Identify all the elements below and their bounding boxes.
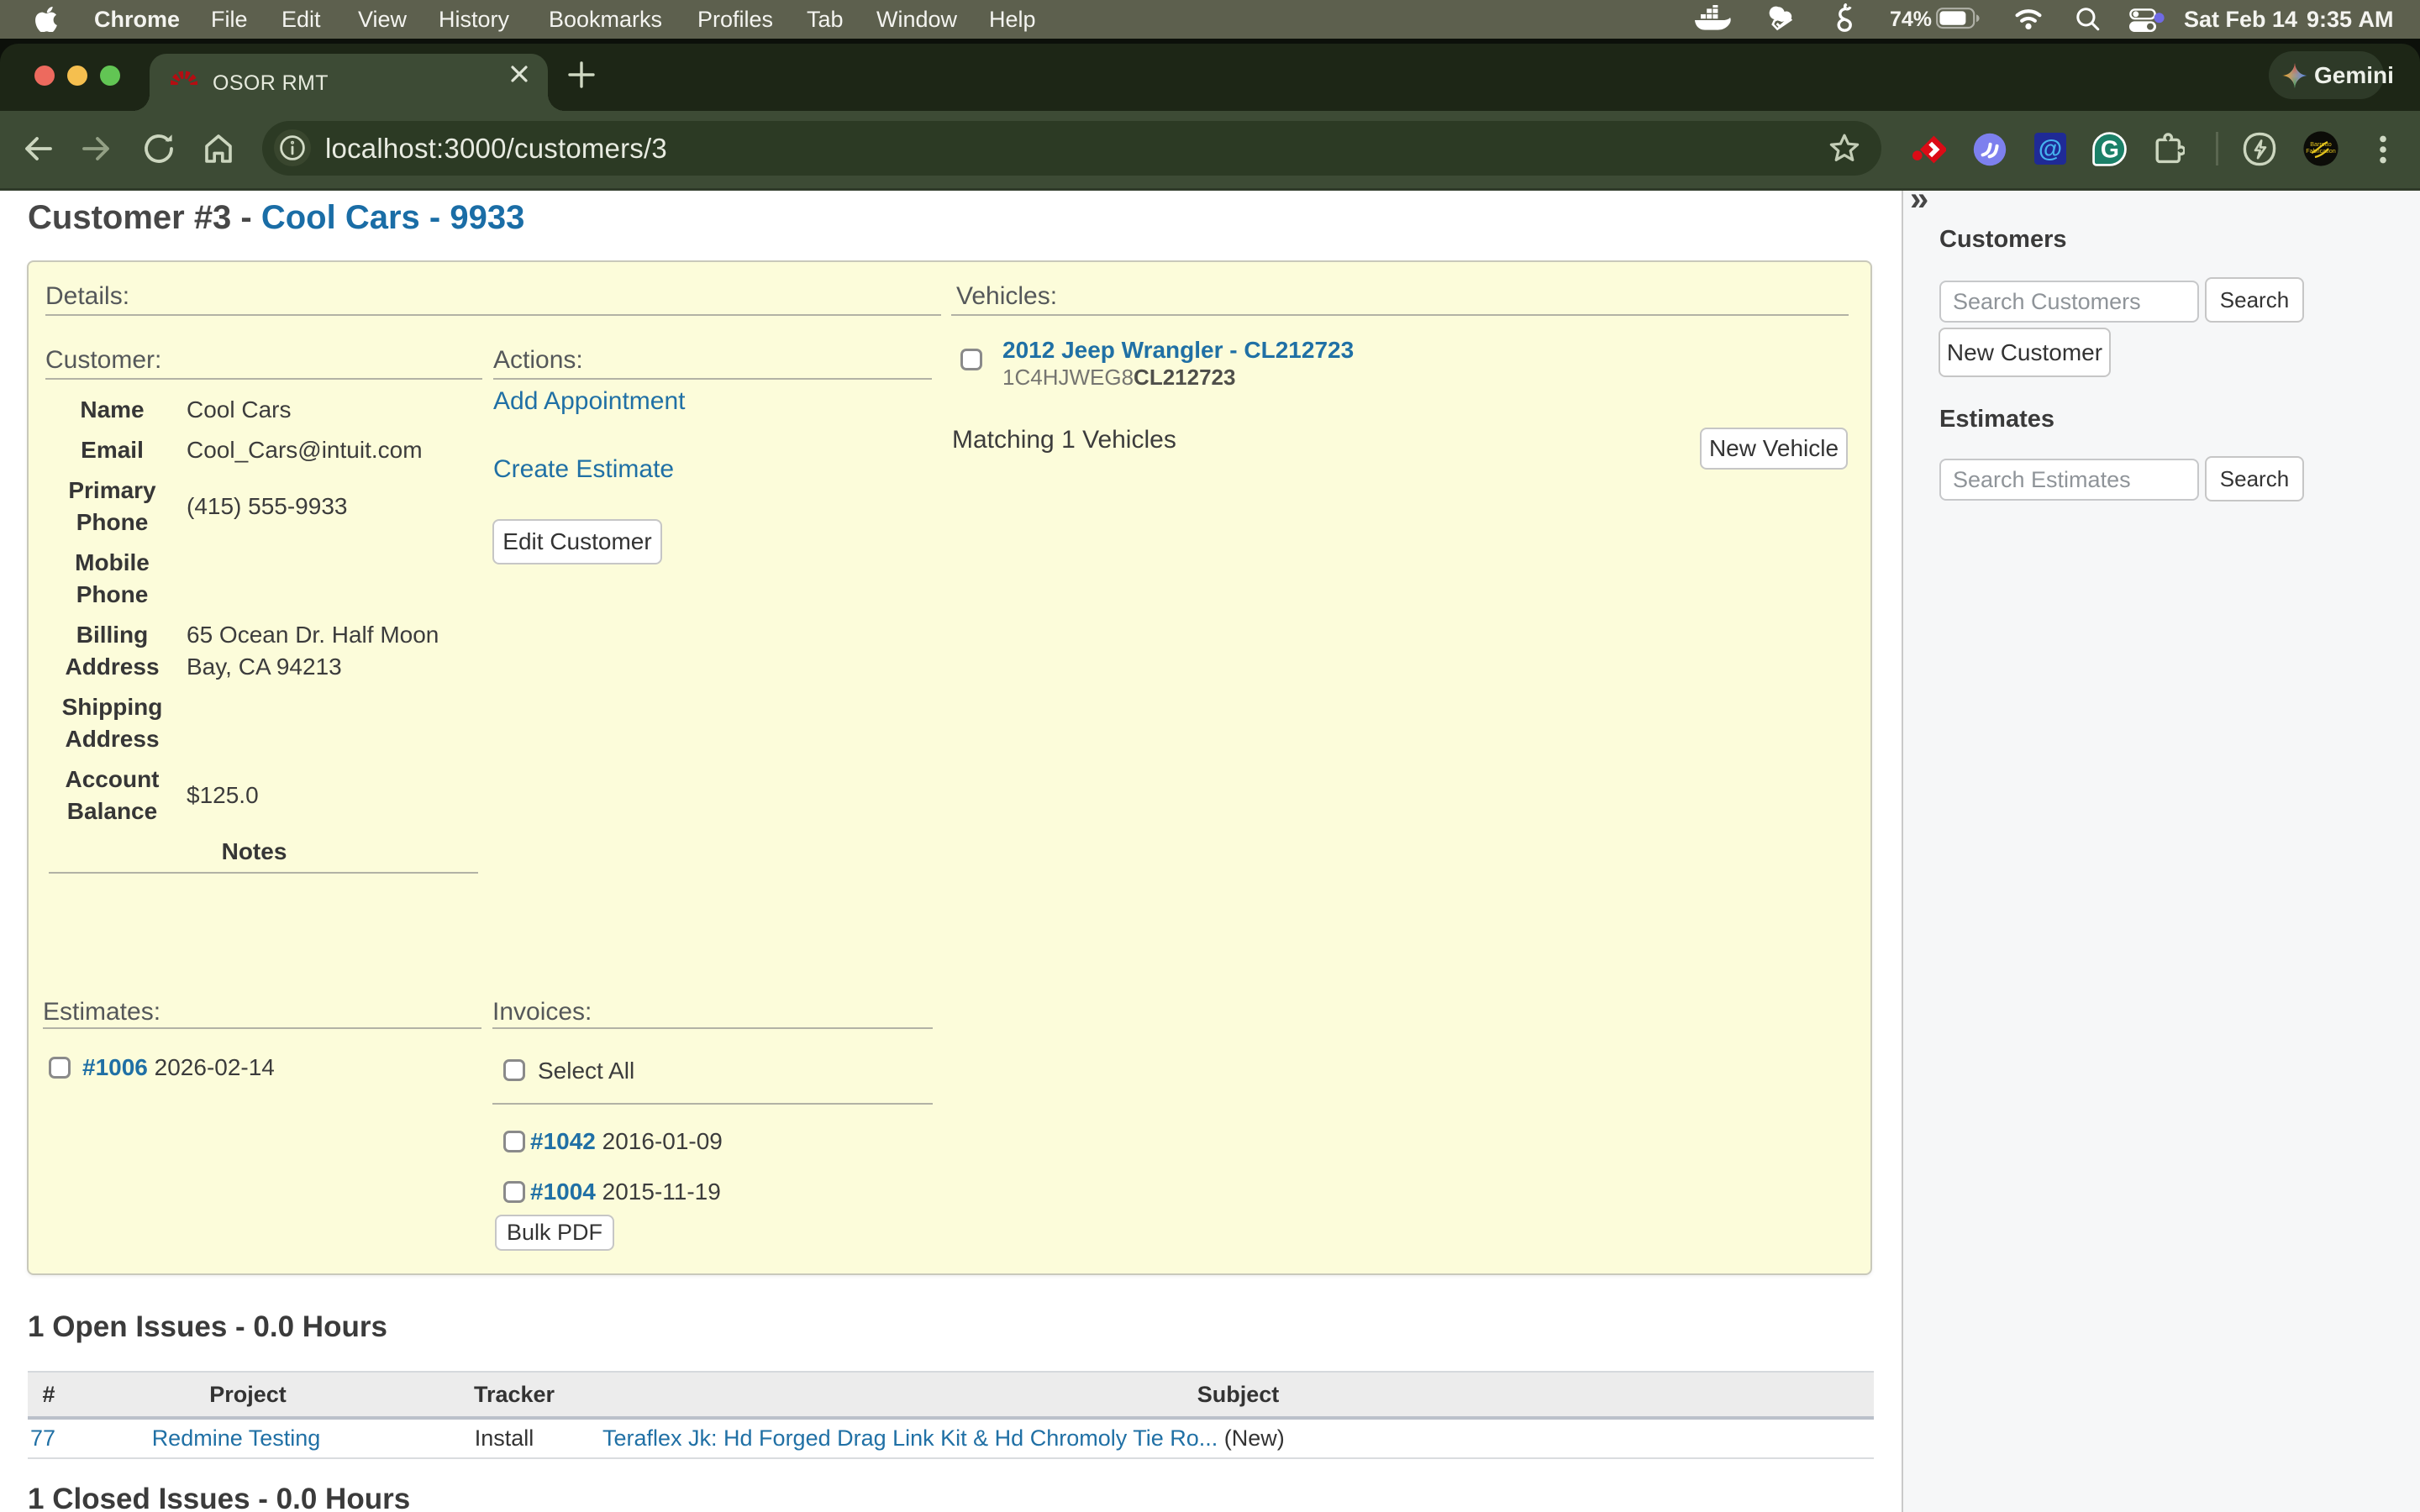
svg-text:@: @ — [2039, 136, 2062, 163]
svg-text:G: G — [2101, 135, 2119, 162]
svg-text:Fabrication: Fabrication — [2306, 147, 2336, 155]
